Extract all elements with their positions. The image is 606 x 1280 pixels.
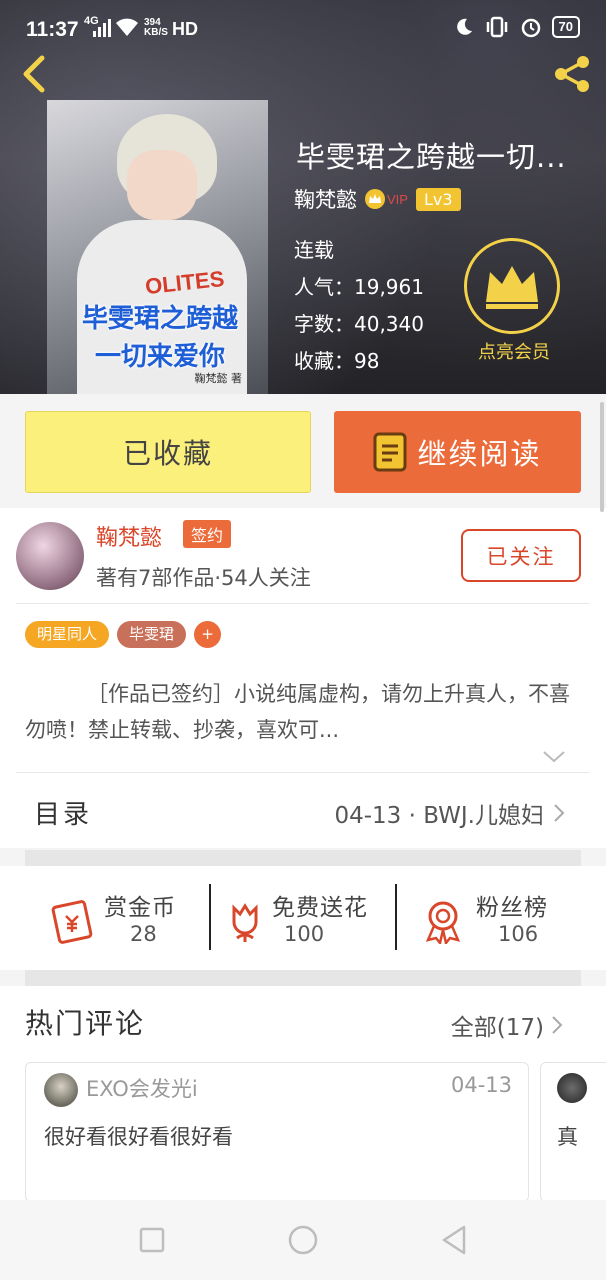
signal-icon — [93, 19, 111, 37]
status-time: 11:37 — [26, 18, 79, 41]
moon-icon — [456, 18, 472, 35]
tag-item[interactable]: 明星同人 — [25, 621, 110, 648]
vibrate-icon — [486, 16, 507, 38]
book-author[interactable]: 鞠梵懿 — [294, 184, 357, 214]
medal-icon — [425, 901, 461, 944]
level-badge: Lv3 — [415, 187, 461, 211]
wifi-icon — [116, 18, 138, 36]
light-member-button[interactable]: 点亮会员 — [464, 238, 564, 364]
commenter-avatar[interactable] — [557, 1073, 587, 1103]
book-stats: 连载 人气：19,961 字数：40,340 收藏：98 — [294, 232, 424, 380]
table-of-contents-row[interactable]: 目录 04-13 · BWJ.儿媳妇 — [0, 786, 606, 840]
system-navigation-bar — [0, 1200, 606, 1280]
vip-crown-icon — [365, 189, 385, 209]
follow-button[interactable]: 已关注 — [461, 529, 581, 582]
section-separator — [25, 970, 581, 986]
continue-reading-button[interactable]: 继续阅读 — [334, 411, 581, 493]
latest-chapter: 04-13 · BWJ.儿媳妇 — [334, 803, 544, 829]
commenter-name: EXO会发光i — [86, 1077, 198, 1101]
comment-card[interactable]: EXO会发光i 04-13 很好看很好看很好看 — [25, 1062, 529, 1202]
scrollbar[interactable] — [600, 402, 604, 512]
collected-label: 已收藏 — [122, 437, 213, 470]
cover-title: 毕雯珺之跨越 一切来爱你 — [81, 304, 238, 372]
author-row: 鞠梵懿 VIP Lv3 — [294, 184, 461, 214]
recent-apps-icon[interactable] — [134, 1222, 170, 1258]
comments-title: 热门评论 — [25, 1007, 146, 1040]
commenter-avatar[interactable] — [44, 1073, 78, 1107]
comment-text: 很好看很好看很好看 — [44, 1125, 233, 1149]
home-icon[interactable] — [285, 1222, 321, 1258]
cover-author: 鞠梵懿 著 — [194, 372, 243, 385]
reward-count: 100 — [284, 922, 325, 946]
reward-fans-ranking[interactable]: 粉丝榜 106 — [420, 886, 580, 952]
author-name[interactable]: 鞠梵懿 — [96, 520, 162, 552]
author-works: 著有7部作品·54人关注 — [96, 566, 311, 590]
favorites-count: 收藏：98 — [294, 349, 380, 373]
tag-item[interactable]: 毕雯珺 — [117, 621, 187, 648]
comment-date: 04-13 — [450, 1073, 512, 1097]
divider — [395, 884, 397, 950]
share-icon[interactable] — [550, 52, 594, 96]
book-description[interactable]: ［作品已签约］小说纯属虚构，请勿上升真人，不喜勿喷！禁止转载、抄袭，喜欢可... — [25, 676, 581, 748]
tag-list: 明星同人 毕雯珺 + — [25, 621, 222, 648]
reward-flowers[interactable]: 免费送花 100 — [222, 886, 390, 952]
popularity-count: 人气：19,961 — [294, 275, 424, 299]
comment-card[interactable]: 真 — [540, 1062, 606, 1202]
status-right: 70 — [454, 16, 580, 38]
continue-reading-label: 继续阅读 — [417, 437, 542, 471]
alarm-icon — [521, 18, 540, 38]
cover-face — [127, 150, 197, 220]
divider — [16, 772, 590, 773]
comments-section: 热门评论 全部(17) EXO会发光i 04-13 很好看很好看很好看 真 — [0, 986, 606, 1202]
hd-indicator: HD — [172, 19, 198, 39]
serial-status: 连载 — [294, 238, 334, 262]
back-nav-icon[interactable] — [436, 1222, 472, 1258]
battery-indicator: 70 — [551, 16, 580, 38]
rewards-row: 赏金币 28 免费送花 100 粉丝榜 106 — [0, 866, 606, 970]
reward-coins[interactable]: 赏金币 28 — [48, 886, 198, 952]
divider — [209, 884, 211, 950]
comment-text: 真 — [557, 1125, 578, 1149]
network-speed: 394 KB/S — [144, 18, 168, 38]
book-title: 毕雯珺之跨越一切... — [296, 140, 567, 174]
network-speed-unit: KB/S — [144, 27, 168, 38]
author-card: 鞠梵懿 签约 著有7部作品·54人关注 已关注 — [16, 520, 596, 600]
section-separator — [25, 850, 581, 866]
status-bar: 11:37 4G 394 KB/S HD 70 — [0, 0, 606, 62]
flower-icon — [232, 903, 258, 942]
chevron-right-icon[interactable] — [550, 1014, 564, 1036]
book-cover[interactable]: OLITES 毕雯珺之跨越 一切来爱你 鞠梵懿 著 — [47, 100, 268, 394]
all-comments-link[interactable]: 全部(17) — [451, 1008, 544, 1042]
divider — [16, 603, 590, 604]
red-envelope-icon — [51, 900, 93, 944]
add-tag-button[interactable]: + — [194, 621, 222, 648]
vip-label: VIP — [387, 191, 408, 207]
expand-chevron-icon[interactable] — [541, 748, 567, 766]
crown-icon — [464, 238, 560, 334]
reward-label: 免费送花 — [272, 895, 368, 921]
reward-count: 28 — [130, 922, 157, 946]
book-icon — [373, 432, 407, 472]
author-avatar[interactable] — [16, 522, 84, 590]
vip-badge: VIP — [365, 189, 408, 209]
signed-badge: 签约 — [183, 520, 232, 548]
reward-count: 106 — [498, 922, 539, 946]
reward-label: 赏金币 — [104, 895, 176, 921]
member-label: 点亮会员 — [478, 342, 550, 363]
chevron-right-icon — [554, 804, 565, 822]
collected-button[interactable]: 已收藏 — [25, 411, 311, 493]
word-count: 字数：40,340 — [294, 312, 424, 336]
description-text: ［作品已签约］小说纯属虚构，请勿上升真人，不喜勿喷！禁止转载、抄袭，喜欢可... — [25, 682, 570, 742]
toc-label: 目录 — [34, 800, 93, 830]
back-icon[interactable] — [16, 54, 52, 94]
reward-label: 粉丝榜 — [476, 895, 548, 921]
book-header: 11:37 4G 394 KB/S HD 70 OLITES 毕雯珺之跨越 一切… — [0, 0, 606, 394]
